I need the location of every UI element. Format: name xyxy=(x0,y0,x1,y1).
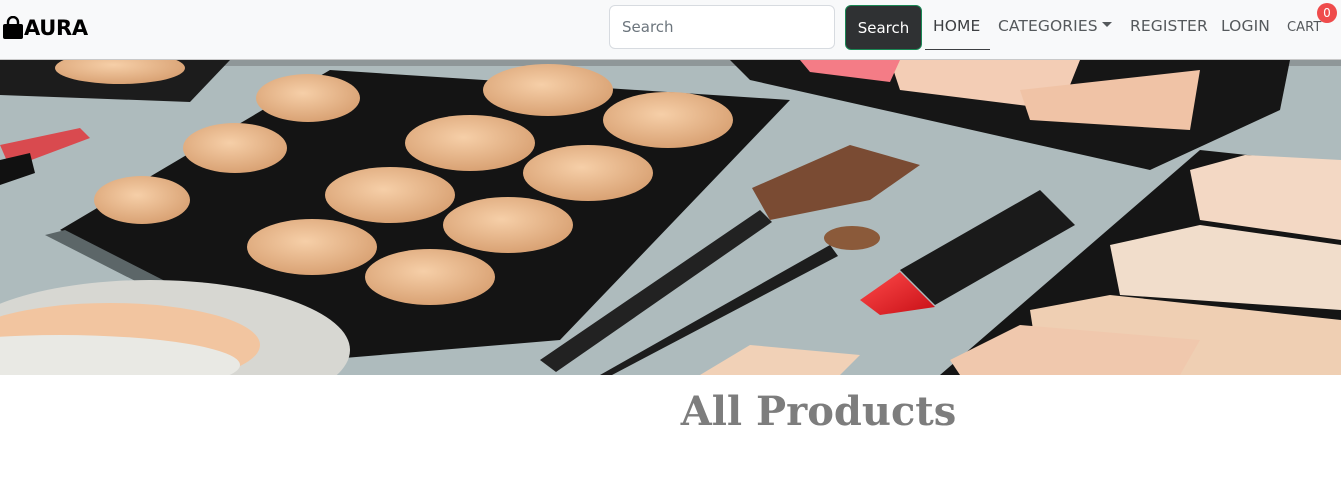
makeup-palette-illustration xyxy=(0,60,1341,375)
nav-categories-dropdown[interactable]: CATEGORIES xyxy=(998,17,1112,35)
nav-categories-label: CATEGORIES xyxy=(998,17,1098,35)
search-input[interactable] xyxy=(609,5,835,49)
caret-down-icon xyxy=(1101,22,1112,27)
search-button[interactable]: Search xyxy=(845,5,922,50)
hero-banner-image xyxy=(0,60,1341,375)
top-navbar: AURA Search HOME CATEGORIES REGISTER LOG… xyxy=(0,0,1341,60)
nav-register-link[interactable]: REGISTER xyxy=(1130,17,1208,35)
page-title: All Products xyxy=(680,388,957,435)
brand-logo-link[interactable]: AURA xyxy=(2,14,88,42)
brand-name: AURA xyxy=(24,16,88,40)
cart-count-badge: 0 xyxy=(1317,3,1337,23)
nav-login-link[interactable]: LOGIN xyxy=(1221,17,1270,35)
shopping-bag-icon xyxy=(2,15,24,40)
nav-home-link[interactable]: HOME xyxy=(933,17,980,35)
nav-cart-link[interactable]: CART xyxy=(1287,20,1321,35)
active-nav-underline xyxy=(925,49,990,50)
